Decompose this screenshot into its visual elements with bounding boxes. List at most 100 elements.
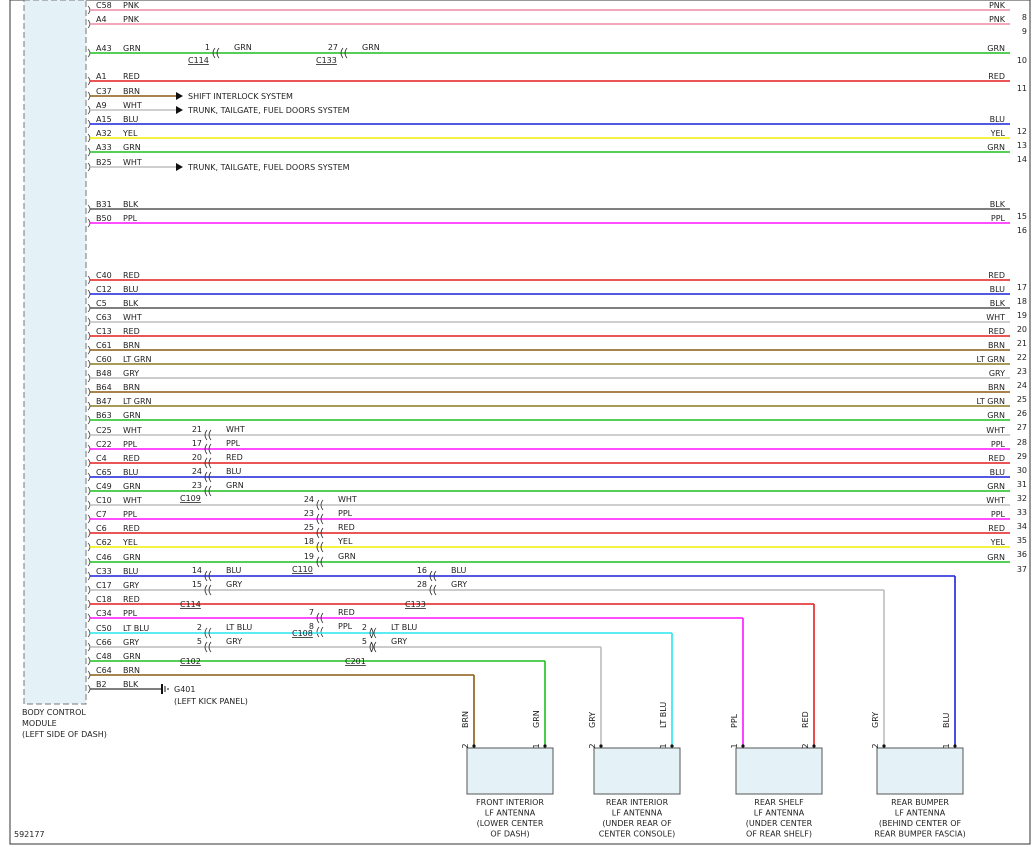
wire-color-label: GRY: [123, 638, 139, 647]
wire-color-label-right: GRN: [987, 482, 1005, 491]
destination-label: SHIFT INTERLOCK SYSTEM: [188, 92, 293, 101]
wire-color-label: BLU: [226, 467, 242, 476]
connector-cavity-label: 7: [309, 608, 314, 617]
antenna-wire-color: PPL: [730, 713, 739, 728]
antenna-pin-number: 1: [730, 743, 739, 748]
pin-terminal: [87, 48, 91, 58]
antenna-title-line: LF ANTENNA: [895, 809, 946, 818]
pin-label: C10: [96, 496, 112, 505]
wire-color-label-right: RED: [988, 327, 1005, 336]
cavity-number: 24: [1017, 381, 1027, 390]
wire-c33: C33 BLU 14 BLU 16 BLU: [87, 566, 956, 746]
wire-color-label: GRN: [123, 143, 141, 152]
antenna-layer: 2BRN1GRNFRONT INTERIORLF ANTENNA(LOWER C…: [461, 702, 966, 839]
antenna-title-line: REAR BUMPER: [891, 798, 949, 807]
pin-terminal: [87, 599, 91, 609]
connector-id-label: C110: [292, 565, 313, 574]
pin-label: A9: [96, 101, 107, 110]
wire-color-label: RED: [123, 524, 140, 533]
connector-cavity-label: 19: [304, 552, 314, 561]
pin-label: C49: [96, 482, 112, 491]
wire-color-label: YEL: [122, 129, 138, 138]
pin-label: B2: [96, 680, 107, 689]
wire-color-label-right: RED: [988, 271, 1005, 280]
antenna-box: [735, 747, 823, 795]
wire-color-label: RED: [123, 72, 140, 81]
wire-color-label-right: GRN: [987, 411, 1005, 420]
module-label-line-1: BODY CONTROL: [22, 708, 86, 717]
pin-terminal: [87, 387, 91, 397]
antenna-wire-color: BRN: [461, 711, 470, 728]
antenna-pin-dot: [741, 744, 745, 748]
pin-label: C64: [96, 666, 112, 675]
wire-color-label-right: WHT: [986, 313, 1005, 322]
wire-color-label-right: RED: [988, 524, 1005, 533]
pin-label: C62: [96, 538, 112, 547]
connector-cavity-label: 17: [192, 439, 202, 448]
pin-label: C46: [96, 553, 112, 562]
wire-color-label: BLK: [123, 200, 139, 209]
pin-label: A43: [96, 44, 112, 53]
pin-label: C37: [96, 87, 112, 96]
antenna-pin-dot: [543, 744, 547, 748]
pin-label: B31: [96, 200, 112, 209]
inline-connector: 8 PPL: [309, 622, 353, 638]
cavity-number: 9: [1022, 27, 1027, 36]
pin-label: C65: [96, 468, 112, 477]
antenna-title-line: REAR SHELF: [754, 798, 804, 807]
antenna-title-line: (LOWER CENTER: [477, 819, 544, 828]
wire-color-label: BRN: [123, 341, 140, 350]
wire-color-label: GRY: [123, 581, 139, 590]
inline-connector: 20 RED: [192, 453, 243, 469]
cavity-number: 21: [1017, 339, 1027, 348]
cavity-number: 25: [1017, 395, 1027, 404]
antenna-pin-number: 1: [942, 743, 951, 748]
pin-terminal: [87, 542, 91, 552]
wire-c7: C7 PPL PPL 34 23 PPL: [87, 509, 1027, 531]
pin-terminal: [87, 133, 91, 143]
cavity-number: 36: [1017, 550, 1027, 559]
cavity-number: 13: [1017, 141, 1027, 150]
cavity-number: 33: [1017, 508, 1027, 517]
wiring-diagram: C58 PNK PNK8A4 PNK PNK9A43 GRN GRN101 GRNC11427…: [9, 0, 1031, 845]
wire-c13: C13 RED RED 21: [87, 327, 1027, 348]
inline-connector: 21 WHT: [192, 425, 245, 441]
pin-label: C33: [96, 567, 112, 576]
wire-color-label: RED: [338, 523, 355, 532]
diagram-id: 592177: [14, 830, 45, 839]
connector-id-label: C201: [345, 657, 366, 666]
wire-color-label: RED: [123, 327, 140, 336]
pin-terminal: [87, 628, 91, 638]
antenna-pin-number: 1: [659, 743, 668, 748]
pin-label: C17: [96, 581, 112, 590]
wire-color-label: YEL: [337, 537, 353, 546]
wire-color-label: LT BLU: [123, 624, 149, 633]
pin-label: C12: [96, 285, 112, 294]
wire-color-label: PPL: [123, 214, 138, 223]
connector-id-label: C109: [180, 494, 201, 503]
wire-color-label: RED: [338, 608, 355, 617]
wire-color-label-right: PPL: [991, 214, 1006, 223]
wire-color-label: GRN: [362, 43, 380, 52]
pin-terminal: [87, 317, 91, 327]
cavity-number: 11: [1017, 84, 1027, 93]
wire-color-label: PPL: [226, 439, 241, 448]
cavity-number: 16: [1017, 226, 1027, 235]
wire-color-label-right: GRN: [987, 44, 1005, 53]
antenna-title-line: LF ANTENNA: [485, 809, 536, 818]
wire-color-label-right: BLU: [990, 285, 1006, 294]
inline-connector: 2 LT BLU: [197, 623, 252, 639]
wire-color-label: GRY: [226, 637, 242, 646]
wire-a43: A43 GRN GRN 10 1 GRN C114 27 GRN C133: [87, 43, 1027, 65]
ground-location-label: (LEFT KICK PANEL): [174, 697, 248, 706]
antenna-pin-dot: [670, 744, 674, 748]
pin-label: C25: [96, 426, 112, 435]
wire-color-label: GRN: [338, 552, 356, 561]
wire-color-label-right: PPL: [991, 440, 1006, 449]
pin-terminal: [87, 415, 91, 425]
pin-terminal: [87, 500, 91, 510]
wire-color-label-right: YEL: [990, 538, 1006, 547]
wire-color-label: LT BLU: [391, 623, 417, 632]
arrow-icon: [176, 106, 183, 114]
pin-label: C58: [96, 1, 112, 10]
